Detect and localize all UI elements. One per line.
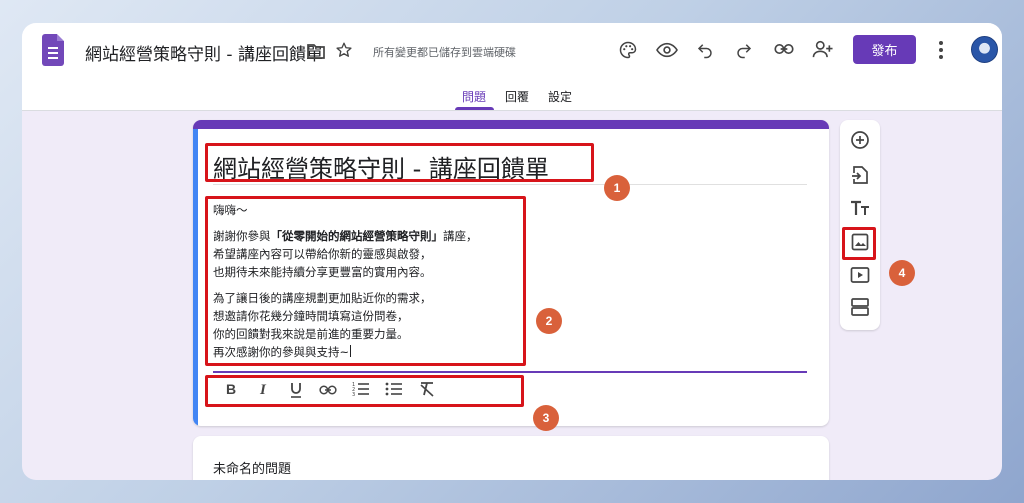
undo-icon[interactable]	[696, 41, 714, 59]
highlight-form-title	[205, 143, 594, 182]
active-card-indicator	[193, 129, 198, 426]
top-bar: 網站經營策略守則 - 講座回饋單 所有變更都已儲存到雲端硬碟 發布 問題 回覆 …	[22, 23, 1002, 111]
folder-icon[interactable]	[307, 43, 325, 59]
title-underline	[213, 184, 807, 185]
star-icon[interactable]	[335, 41, 353, 59]
palette-icon[interactable]	[618, 40, 638, 60]
annotation-badge-4: 4	[889, 260, 915, 286]
question-card[interactable]: 未命名的問題	[193, 436, 829, 480]
add-video-icon[interactable]	[850, 266, 870, 284]
description-underline	[213, 371, 807, 373]
publish-button[interactable]: 發布	[853, 35, 916, 64]
add-title-icon[interactable]	[850, 199, 870, 217]
annotation-badge-1: 1	[604, 175, 630, 201]
app-frame: 網站經營策略守則 - 講座回饋單 所有變更都已儲存到雲端硬碟 發布 問題 回覆 …	[22, 23, 1002, 480]
highlight-format-toolbar	[205, 375, 524, 407]
annotation-badge-3: 3	[533, 405, 559, 431]
add-question-icon[interactable]	[850, 130, 870, 150]
add-collaborator-icon[interactable]	[812, 39, 834, 59]
redo-icon[interactable]	[735, 41, 753, 59]
tab-settings[interactable]: 設定	[548, 88, 572, 105]
highlight-form-description	[205, 196, 526, 366]
theme-stripe	[193, 120, 829, 129]
document-title[interactable]: 網站經營策略守則 - 講座回饋單	[85, 40, 323, 65]
question-toolbar	[840, 120, 880, 330]
active-tab-indicator	[455, 107, 494, 110]
question-title[interactable]: 未命名的問題	[213, 458, 291, 477]
tab-bar: 問題 回覆 設定	[22, 83, 1002, 111]
forms-logo-icon[interactable]	[42, 34, 64, 66]
more-vert-icon[interactable]	[938, 40, 944, 60]
link-icon[interactable]	[774, 42, 794, 56]
save-status: 所有變更都已儲存到雲端硬碟	[373, 46, 516, 59]
avatar[interactable]	[971, 36, 998, 63]
annotation-badge-2: 2	[536, 308, 562, 334]
tab-responses[interactable]: 回覆	[505, 88, 529, 105]
preview-icon[interactable]	[656, 40, 678, 60]
tab-questions[interactable]: 問題	[462, 88, 486, 105]
highlight-add-image	[842, 227, 876, 260]
import-questions-icon[interactable]	[851, 165, 869, 185]
add-section-icon[interactable]	[850, 297, 870, 317]
